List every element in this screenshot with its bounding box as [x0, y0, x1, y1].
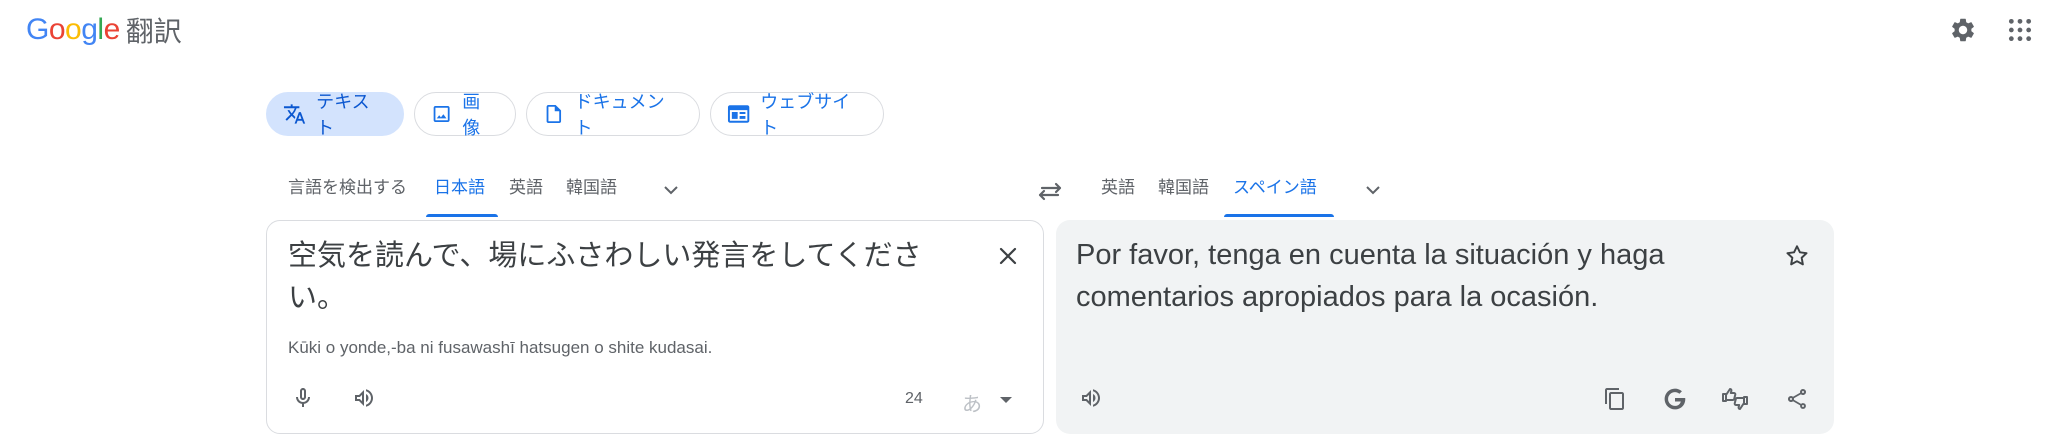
input-method-dropdown[interactable]: [986, 380, 1026, 420]
mode-document-label: ドキュメント: [574, 92, 665, 139]
source-lang-tab-label: 日本語: [434, 178, 485, 198]
speaker-icon: [355, 389, 373, 407]
translation-output-text: Por favor, tenga en cuenta la situación …: [1076, 239, 1665, 313]
logo-letter: o: [48, 13, 66, 46]
apps-button[interactable]: [2000, 10, 2040, 50]
website-icon: [727, 105, 750, 123]
target-lang-spanish-tab[interactable]: スペイン語: [1233, 176, 1317, 218]
source-lang-tab-label: 英語: [509, 178, 543, 198]
mode-text-label: テキスト: [316, 92, 370, 139]
document-icon: [546, 104, 562, 124]
copy-icon: [1605, 388, 1624, 410]
source-tab-active-indicator: [426, 214, 498, 217]
target-lang-tab-label: スペイン語: [1233, 178, 1317, 198]
microphone-icon: [296, 388, 310, 407]
swap-languages-button[interactable]: [1030, 172, 1070, 212]
chevron-down-icon: [1366, 186, 1380, 195]
rate-translation-button[interactable]: [1715, 379, 1755, 419]
chevron-down-icon: [664, 186, 678, 195]
source-lang-japanese-tab[interactable]: 日本語: [434, 176, 485, 218]
caret-down-icon: [1000, 397, 1012, 403]
target-tab-active-indicator: [1224, 214, 1334, 217]
clear-source-button[interactable]: [988, 236, 1028, 276]
source-lang-tab-label: 韓国語: [566, 178, 617, 198]
input-method-label: あ: [962, 392, 982, 416]
close-icon: [999, 247, 1017, 265]
apps-grid-icon: [2008, 18, 2032, 42]
mode-website-chip[interactable]: ウェブサイト: [710, 92, 884, 139]
settings-button[interactable]: [1943, 10, 1983, 50]
google-translate-logo[interactable]: G o o g l e 翻訳: [26, 10, 182, 50]
share-translation-button[interactable]: [1777, 379, 1817, 419]
speaker-icon: [1082, 389, 1100, 407]
image-icon: [433, 106, 450, 122]
mode-document-chip[interactable]: ドキュメント: [526, 92, 700, 139]
copy-translation-button[interactable]: [1595, 379, 1635, 419]
target-lang-tab-label: 韓国語: [1158, 178, 1209, 198]
google-g-icon: [1664, 388, 1686, 410]
target-lang-tab-label: 英語: [1101, 178, 1135, 198]
translate-icon: [283, 104, 306, 124]
google-search-button[interactable]: [1655, 379, 1695, 419]
save-translation-button[interactable]: [1777, 236, 1817, 276]
star-outline-icon: [1786, 245, 1808, 266]
source-lang-tab-label: 言語を検出する: [288, 178, 407, 198]
source-lang-korean-tab[interactable]: 韓国語: [566, 176, 617, 218]
translation-listen-button[interactable]: [1071, 378, 1111, 418]
share-icon: [1788, 388, 1807, 409]
target-lang-more-button[interactable]: [1353, 170, 1393, 210]
target-lang-korean-tab[interactable]: 韓国語: [1158, 176, 1209, 218]
source-lang-detect-tab[interactable]: 言語を検出する: [288, 176, 407, 218]
gear-icon: [1952, 18, 1974, 42]
swap-arrows-icon: [1038, 182, 1062, 201]
voice-input-button[interactable]: [283, 378, 323, 418]
mode-image-chip[interactable]: 画像: [414, 92, 516, 139]
source-romanization: Kūki o yonde,-ba ni fusawashī hatsugen o…: [288, 338, 713, 357]
logo-letter: G: [26, 13, 49, 46]
source-lang-english-tab[interactable]: 英語: [509, 176, 543, 218]
mode-text-chip[interactable]: テキスト: [266, 92, 404, 139]
source-text-input[interactable]: 空気を読んで、場にふさわしい発言をしてください。: [288, 234, 958, 318]
google-wordmark: G o o g l e: [26, 13, 120, 47]
thumbs-up-down-icon: [1722, 388, 1748, 410]
mode-website-label: ウェブサイト: [760, 92, 851, 139]
product-name: 翻訳: [125, 15, 182, 48]
logo-letter: e: [103, 13, 121, 46]
source-lang-more-button[interactable]: [651, 170, 691, 210]
target-lang-english-tab[interactable]: 英語: [1101, 176, 1135, 218]
logo-letter: o: [65, 13, 82, 46]
character-count: 24: [905, 390, 923, 407]
logo-letter: g: [81, 13, 98, 46]
source-listen-button[interactable]: [344, 378, 384, 418]
mode-image-label: 画像: [462, 92, 481, 139]
